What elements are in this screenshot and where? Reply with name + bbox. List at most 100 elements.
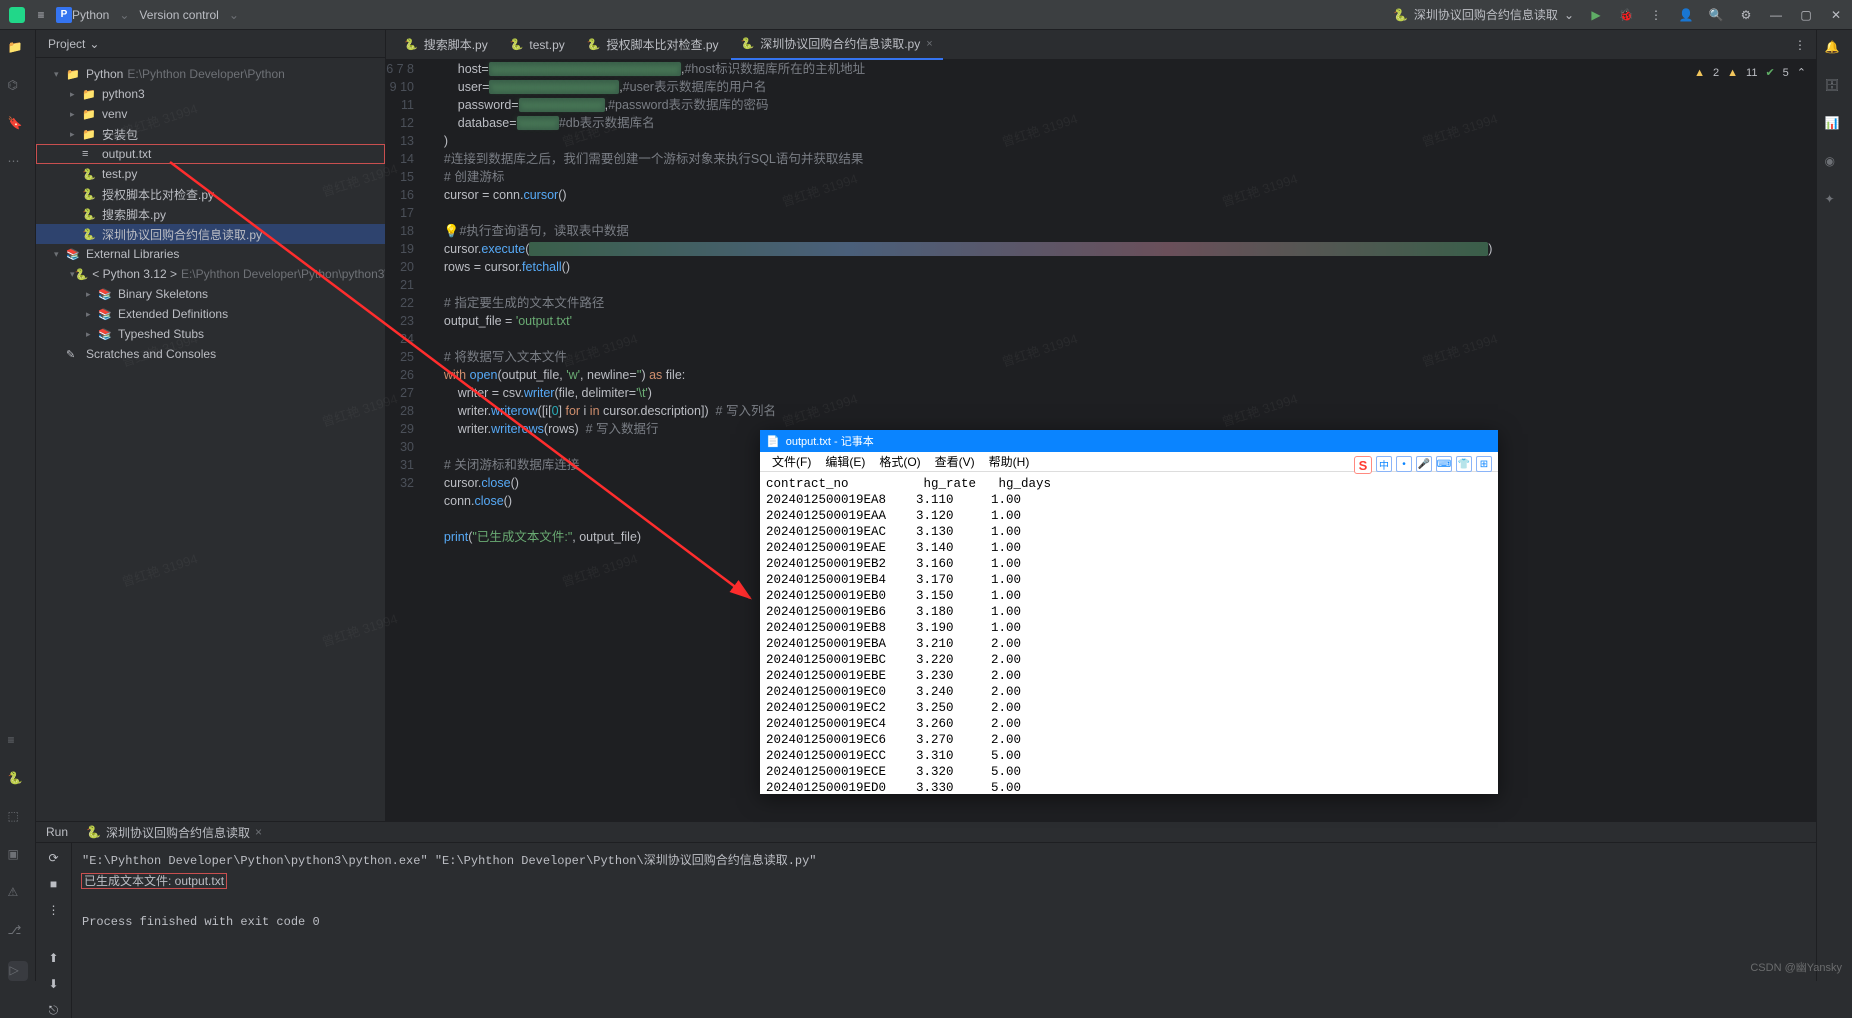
vcs-icon[interactable]: ⎇ bbox=[8, 923, 28, 943]
run-tool-icon[interactable]: ▷ bbox=[8, 961, 28, 981]
ok-icon: ✔ bbox=[1765, 64, 1774, 82]
run-icon[interactable]: ▶ bbox=[1588, 7, 1604, 23]
notifications-icon[interactable]: 🔔 bbox=[1825, 40, 1845, 60]
up-icon[interactable]: ⬆ bbox=[48, 951, 58, 965]
sogou-icon[interactable]: S bbox=[1354, 456, 1372, 474]
services-icon[interactable]: ⬚ bbox=[8, 809, 28, 829]
tree-item[interactable]: ▾🐍< Python 3.12 >E:\Pyhthon Developer\Py… bbox=[36, 264, 385, 284]
run-tab[interactable]: 🐍 深圳协议回购合约信息读取 × bbox=[78, 822, 270, 842]
more-icon[interactable]: ⋮ bbox=[48, 903, 60, 917]
warning-icon: ▲ bbox=[1727, 64, 1738, 82]
project-title: Project bbox=[48, 37, 85, 51]
run-title: Run bbox=[46, 825, 68, 839]
notepad-menu-item[interactable]: 帮助(H) bbox=[983, 453, 1036, 470]
notepad-menu-item[interactable]: 格式(O) bbox=[873, 453, 926, 470]
tool1-icon[interactable]: ≡ bbox=[8, 733, 28, 753]
ide-logo-icon bbox=[8, 6, 26, 24]
search-icon[interactable]: 🔍 bbox=[1708, 7, 1724, 23]
editor-tab[interactable]: 🐍授权脚本比对检查.py bbox=[577, 30, 729, 60]
close-icon[interactable]: ✕ bbox=[1828, 7, 1844, 23]
more-icon[interactable]: ⋮ bbox=[1648, 7, 1664, 23]
filter-icon[interactable]: ⎋ bbox=[49, 1003, 59, 1018]
ime-btn[interactable]: 🎤 bbox=[1416, 456, 1432, 472]
run-configuration[interactable]: 🐍 深圳协议回购合约信息读取 ⌄ bbox=[1393, 6, 1574, 23]
settings-icon[interactable]: ⚙ bbox=[1738, 7, 1754, 23]
right-tool-strip: 🔔 🗄 📊 ◉ ✦ bbox=[1816, 30, 1852, 981]
tree-item[interactable]: ▸📚Binary Skeletons bbox=[36, 284, 385, 304]
chevron-icon: ⌃ bbox=[1797, 64, 1806, 82]
coverage-icon[interactable]: ◉ bbox=[1825, 154, 1845, 174]
tree-item[interactable]: ▸📁安装包 bbox=[36, 124, 385, 144]
terminal-icon[interactable]: ▣ bbox=[8, 847, 28, 867]
notepad-menu-item[interactable]: 查看(V) bbox=[929, 453, 981, 470]
project-tool-header[interactable]: Project ⌄ bbox=[36, 30, 385, 58]
python-icon: 🐍 bbox=[86, 825, 101, 839]
ime-toolbar: S 中 • 🎤 ⌨ 👕 ⊞ bbox=[1354, 456, 1492, 474]
tree-item[interactable]: ▾📚External Libraries bbox=[36, 244, 385, 264]
ok-count: 5 bbox=[1783, 64, 1789, 82]
run-toolbar: ⟳ ■ ⋮ ⬆ ⬇ ⎋ bbox=[36, 843, 72, 1018]
editor-tab[interactable]: 🐍搜索脚本.py bbox=[394, 30, 498, 60]
python-console-icon[interactable]: 🐍 bbox=[8, 771, 28, 791]
folder-icon[interactable]: 📁 bbox=[8, 40, 28, 60]
tree-item[interactable]: 🐍搜索脚本.py bbox=[36, 204, 385, 224]
rerun-icon[interactable]: ⟳ bbox=[48, 851, 58, 865]
sciview-icon[interactable]: 📊 bbox=[1825, 116, 1845, 136]
tree-item[interactable]: 🐍test.py bbox=[36, 164, 385, 184]
hamburger-icon[interactable]: ≡ bbox=[32, 6, 50, 24]
error-icon: ▲ bbox=[1694, 64, 1705, 82]
tree-item[interactable]: 🐍深圳协议回购合约信息读取.py bbox=[36, 224, 385, 244]
notepad-titlebar[interactable]: 📄 output.txt - 记事本 bbox=[760, 430, 1498, 452]
tree-item[interactable]: ▸📚Extended Definitions bbox=[36, 304, 385, 324]
minimize-icon[interactable]: ― bbox=[1768, 7, 1784, 23]
run-config-label: 深圳协议回购合约信息读取 bbox=[1414, 6, 1558, 23]
ai-icon[interactable]: ✦ bbox=[1825, 192, 1845, 212]
tree-item[interactable]: ✎Scratches and Consoles bbox=[36, 344, 385, 364]
notepad-icon: 📄 bbox=[766, 435, 780, 448]
more-icon[interactable]: ⋯ bbox=[8, 154, 28, 174]
structure-icon[interactable]: ⌬ bbox=[8, 78, 28, 98]
notepad-content[interactable]: contract_no hg_rate hg_days 202401250001… bbox=[760, 472, 1498, 800]
vcs-menu[interactable]: Version control bbox=[139, 8, 218, 22]
project-name[interactable]: Python bbox=[72, 8, 109, 22]
run-tab-label: 深圳协议回购合约信息读取 bbox=[106, 824, 250, 841]
editor-tab[interactable]: 🐍test.py bbox=[500, 30, 575, 60]
ime-btn[interactable]: 👕 bbox=[1456, 456, 1472, 472]
chevron-down-icon: ⌄ bbox=[229, 8, 239, 22]
console-output[interactable]: "E:\Pyhthon Developer\Python\python3\pyt… bbox=[72, 843, 1816, 1018]
ime-btn[interactable]: • bbox=[1396, 456, 1412, 472]
tree-item[interactable]: ▾📁PythonE:\Pyhthon Developer\Python bbox=[36, 64, 385, 84]
maximize-icon[interactable]: ▢ bbox=[1798, 7, 1814, 23]
project-badge: P bbox=[56, 7, 72, 23]
problems-icon[interactable]: ⚠ bbox=[8, 885, 28, 905]
debug-icon[interactable]: 🐞 bbox=[1618, 7, 1634, 23]
notepad-menu-item[interactable]: 文件(F) bbox=[766, 453, 817, 470]
notepad-window: 📄 output.txt - 记事本 文件(F)编辑(E)格式(O)查看(V)帮… bbox=[760, 430, 1498, 794]
chevron-down-icon: ⌄ bbox=[119, 8, 129, 22]
ime-btn[interactable]: 中 bbox=[1376, 456, 1392, 472]
inspection-widget[interactable]: ▲2 ▲11 ✔5 ⌃ bbox=[1694, 64, 1806, 82]
bookmark-icon[interactable]: 🔖 bbox=[8, 116, 28, 136]
python-icon: 🐍 bbox=[1393, 8, 1408, 22]
account-icon[interactable]: 👤 bbox=[1678, 7, 1694, 23]
tree-item[interactable]: ▸📚Typeshed Stubs bbox=[36, 324, 385, 344]
tree-item[interactable]: ≡output.txt bbox=[36, 144, 385, 164]
tabs-more-icon[interactable]: ⋮ bbox=[1784, 38, 1816, 52]
database-icon[interactable]: 🗄 bbox=[1825, 78, 1845, 98]
notepad-menu-item[interactable]: 编辑(E) bbox=[819, 453, 871, 470]
tree-item[interactable]: ▸📁python3 bbox=[36, 84, 385, 104]
down-icon[interactable]: ⬇ bbox=[48, 977, 58, 991]
left-tool-strip: 📁 ⌬ 🔖 ⋯ ≡ 🐍 ⬚ ▣ ⚠ ⎇ ▷ bbox=[0, 30, 36, 981]
editor-tab[interactable]: 🐍深圳协议回购合约信息读取.py× bbox=[731, 30, 943, 60]
close-icon[interactable]: × bbox=[255, 825, 262, 839]
ime-btn[interactable]: ⊞ bbox=[1476, 456, 1492, 472]
project-tree[interactable]: ▾📁PythonE:\Pyhthon Developer\Python▸📁pyt… bbox=[36, 58, 386, 364]
tree-item[interactable]: ▸📁venv bbox=[36, 104, 385, 124]
tree-item[interactable]: 🐍授权脚本比对检查.py bbox=[36, 184, 385, 204]
stop-icon[interactable]: ■ bbox=[50, 877, 57, 891]
chevron-down-icon: ⌄ bbox=[89, 37, 99, 51]
ime-btn[interactable]: ⌨ bbox=[1436, 456, 1452, 472]
top-bar: ≡ P Python ⌄ Version control ⌄ 🐍 深圳协议回购合… bbox=[0, 0, 1852, 30]
run-tool-window: Run 🐍 深圳协议回购合约信息读取 × ⟳ ■ ⋮ ⬆ ⬇ ⎋ "E:\Pyh bbox=[36, 821, 1816, 981]
error-count: 2 bbox=[1713, 64, 1719, 82]
